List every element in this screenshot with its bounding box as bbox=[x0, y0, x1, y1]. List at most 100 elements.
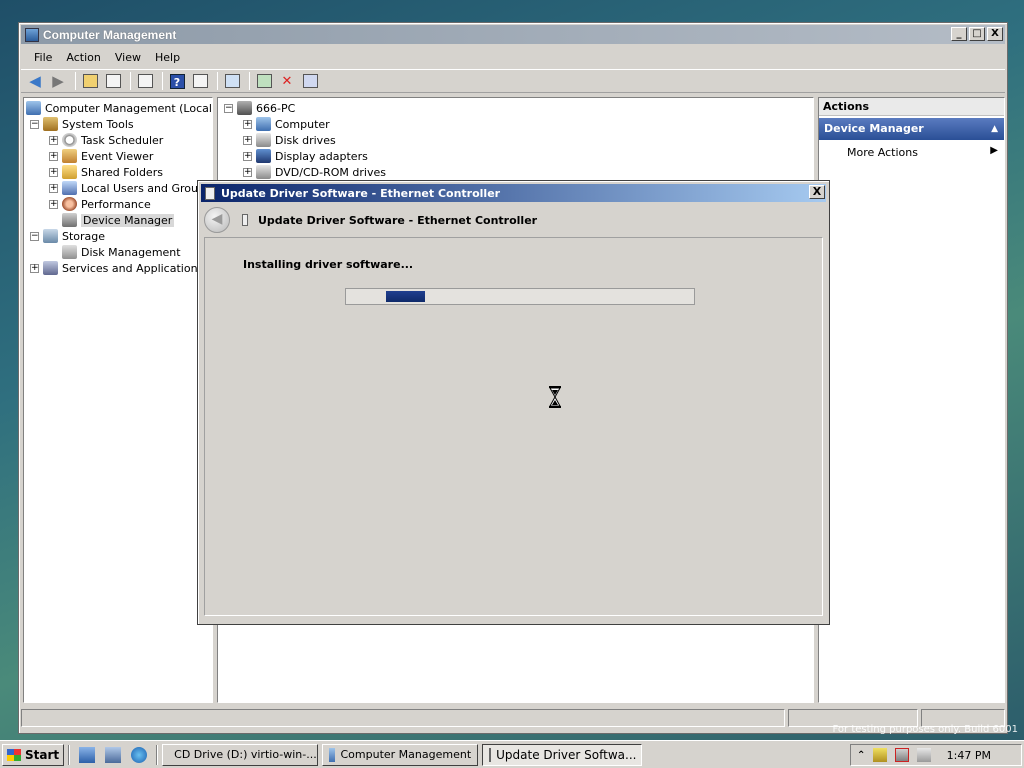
computer-management-icon bbox=[329, 747, 336, 762]
system-tools-icon bbox=[43, 117, 58, 131]
tree-item-shared-folders[interactable]: + Shared Folders bbox=[49, 164, 163, 180]
update-driver-button[interactable] bbox=[254, 71, 274, 91]
toolbar-separator bbox=[130, 72, 131, 90]
internet-explorer-icon[interactable] bbox=[131, 746, 148, 763]
console-tree-icon bbox=[105, 74, 121, 88]
tree-label: Disk Management bbox=[81, 245, 181, 259]
help-button[interactable]: ? bbox=[167, 71, 187, 91]
collapse-icon[interactable]: − bbox=[30, 231, 39, 241]
collapse-caret-icon[interactable]: ▲ bbox=[991, 118, 998, 140]
scan-hardware-button[interactable] bbox=[222, 71, 242, 91]
expand-icon[interactable]: + bbox=[49, 183, 58, 193]
volume-muted-icon[interactable] bbox=[917, 748, 932, 762]
dialog-header: ◀ Update Driver Software - Ethernet Cont… bbox=[204, 205, 823, 235]
tree-item-computer-management[interactable]: Computer Management (Local) bbox=[26, 100, 213, 116]
expand-icon[interactable]: + bbox=[49, 135, 58, 145]
action-pane-button[interactable] bbox=[190, 71, 210, 91]
disk-drive-icon bbox=[256, 133, 271, 147]
tree-label: Display adapters bbox=[275, 149, 368, 163]
maximize-button[interactable]: □ bbox=[969, 27, 985, 41]
users-icon bbox=[62, 181, 77, 195]
tree-item-device-manager[interactable]: Device Manager bbox=[62, 212, 175, 228]
device-manager-icon bbox=[62, 213, 77, 227]
dialog-close-button[interactable]: X bbox=[809, 185, 825, 199]
console-tree-pane[interactable]: Computer Management (Local) − System Too… bbox=[23, 97, 213, 703]
scan-hardware-icon bbox=[224, 74, 240, 88]
close-button[interactable]: X bbox=[987, 27, 1003, 41]
task-computer-management[interactable]: Computer Management bbox=[322, 743, 479, 766]
device-tree-root[interactable]: − 666-PC bbox=[224, 100, 295, 116]
minimize-button[interactable]: _ bbox=[951, 27, 967, 41]
update-driver-dialog: Update Driver Software - Ethernet Contro… bbox=[197, 180, 830, 625]
uninstall-button[interactable]: ✕ bbox=[277, 71, 297, 91]
back-arrow-icon: ◀ bbox=[29, 72, 41, 90]
expand-icon[interactable]: + bbox=[243, 135, 252, 145]
more-actions-link[interactable]: More Actions bbox=[847, 146, 918, 159]
window-controls: _ □ X bbox=[951, 27, 1003, 41]
back-arrow-icon: ◀ bbox=[211, 211, 223, 227]
network-disconnected-icon[interactable] bbox=[895, 748, 910, 762]
menu-view[interactable]: View bbox=[108, 51, 148, 64]
clock-icon bbox=[62, 133, 77, 147]
collapse-icon[interactable]: − bbox=[224, 103, 233, 113]
back-button[interactable]: ◀ bbox=[25, 71, 45, 91]
tree-label: Computer Management (Local) bbox=[45, 101, 213, 115]
uninstall-x-icon: ✕ bbox=[281, 73, 293, 89]
collapse-icon[interactable]: − bbox=[30, 119, 39, 129]
submenu-arrow-icon[interactable]: ▶ bbox=[990, 145, 998, 156]
expand-icon[interactable]: + bbox=[243, 151, 252, 161]
main-titlebar[interactable]: Computer Management _ □ X bbox=[21, 25, 1005, 44]
tree-item-task-scheduler[interactable]: + Task Scheduler bbox=[49, 132, 163, 148]
device-icon bbox=[242, 214, 248, 226]
tree-label: DVD/CD-ROM drives bbox=[275, 165, 386, 179]
tree-item-system-tools[interactable]: − System Tools bbox=[30, 116, 134, 132]
forward-arrow-icon: ▶ bbox=[52, 72, 64, 90]
device-category-display-adapters[interactable]: + Display adapters bbox=[243, 148, 368, 164]
device-category-computer[interactable]: + Computer bbox=[243, 116, 330, 132]
menu-help[interactable]: Help bbox=[148, 51, 187, 64]
event-viewer-icon bbox=[62, 149, 77, 163]
device-category-disk-drives[interactable]: + Disk drives bbox=[243, 132, 336, 148]
dialog-titlebar[interactable]: Update Driver Software - Ethernet Contro… bbox=[201, 184, 826, 202]
task-label: Update Driver Softwa... bbox=[496, 747, 637, 762]
expand-icon[interactable]: + bbox=[49, 199, 58, 209]
dialog-subtitle: Update Driver Software - Ethernet Contro… bbox=[258, 213, 538, 227]
up-level-button[interactable] bbox=[80, 71, 100, 91]
update-driver-icon bbox=[256, 74, 272, 88]
tree-item-disk-management[interactable]: Disk Management bbox=[62, 244, 181, 260]
quicklaunch-separator bbox=[68, 744, 71, 765]
menu-action[interactable]: Action bbox=[59, 51, 107, 64]
taskbar: Start CD Drive (D:) virtio-win-... Compu… bbox=[0, 740, 1024, 768]
enable-device-button[interactable] bbox=[300, 71, 320, 91]
tree-item-event-viewer[interactable]: + Event Viewer bbox=[49, 148, 153, 164]
menu-file[interactable]: File bbox=[27, 51, 59, 64]
wizard-back-button[interactable]: ◀ bbox=[204, 207, 230, 233]
show-hide-tree-button[interactable] bbox=[103, 71, 123, 91]
show-desktop-icon[interactable] bbox=[79, 746, 96, 763]
tree-item-local-users[interactable]: + Local Users and Groups bbox=[49, 180, 211, 196]
clock[interactable]: 1:47 PM bbox=[947, 749, 991, 762]
show-hidden-icons-icon[interactable]: ⌃ bbox=[857, 750, 865, 761]
tree-label: Services and Applications bbox=[62, 261, 204, 275]
switch-windows-icon[interactable] bbox=[105, 746, 122, 763]
properties-button[interactable] bbox=[135, 71, 155, 91]
expand-icon[interactable]: + bbox=[49, 151, 58, 161]
expand-icon[interactable]: + bbox=[49, 167, 58, 177]
installing-status-text: Installing driver software... bbox=[243, 258, 414, 271]
tree-item-performance[interactable]: + Performance bbox=[49, 196, 151, 212]
tree-item-services-apps[interactable]: + Services and Applications bbox=[30, 260, 203, 276]
task-cd-drive[interactable]: CD Drive (D:) virtio-win-... bbox=[162, 743, 319, 766]
security-alert-icon[interactable] bbox=[873, 748, 888, 762]
expand-icon[interactable]: + bbox=[243, 167, 252, 177]
expand-icon[interactable]: + bbox=[30, 263, 39, 273]
forward-button[interactable]: ▶ bbox=[48, 71, 68, 91]
expand-icon[interactable]: + bbox=[243, 119, 252, 129]
tree-label: Computer bbox=[275, 117, 330, 131]
tree-item-storage[interactable]: − Storage bbox=[30, 228, 105, 244]
actions-section-device-manager[interactable]: Device Manager ▲ bbox=[819, 118, 1004, 140]
tree-label: Performance bbox=[81, 197, 151, 211]
start-button[interactable]: Start bbox=[2, 743, 65, 766]
device-category-dvd-drives[interactable]: + DVD/CD-ROM drives bbox=[243, 164, 386, 180]
task-update-driver[interactable]: Update Driver Softwa... bbox=[482, 743, 643, 766]
actions-header: Actions bbox=[819, 98, 1004, 116]
